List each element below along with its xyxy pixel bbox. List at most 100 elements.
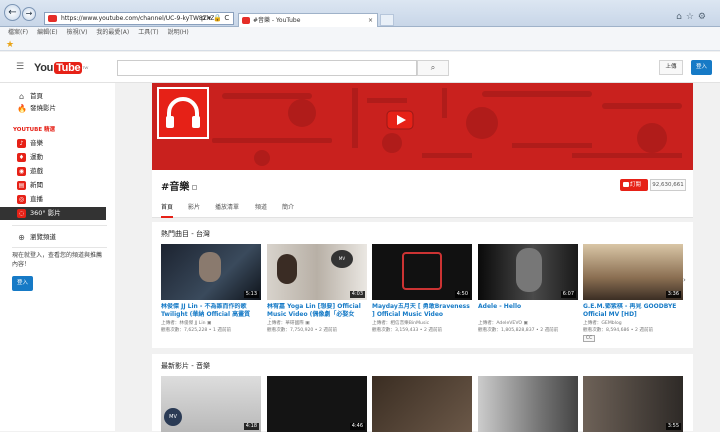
video-thumbnail[interactable]: 3:36 <box>583 244 683 300</box>
menu-edit[interactable]: 編輯(E) <box>37 29 57 36</box>
video-duration: 5:13 <box>243 291 259 298</box>
channel-title-text: #音樂 <box>161 182 190 193</box>
channel-content: #音樂 訂閱 92,630,661 首頁 影片 播放清單 頻道 簡介 熱門曲目 … <box>152 83 693 432</box>
menu-favorites[interactable]: 我的最愛(A) <box>96 29 129 36</box>
favorites-bar: ★ <box>0 39 720 51</box>
video-meta: 觀看次數：8,594,686 • 2 週前前 <box>583 328 654 333</box>
tab-favicon-icon <box>242 17 250 24</box>
video-meta: 觀看次數：7,625,228 • 1 週前前 <box>161 328 232 333</box>
sidebar-section-title: YOUTUBE 精選 <box>13 127 56 133</box>
search-button[interactable]: ⌕ <box>417 60 449 76</box>
video-meta: 觀看次數：7,750,920 • 2 週前前 <box>267 328 338 333</box>
menu-view[interactable]: 檢視(V) <box>67 29 88 36</box>
menu-tools[interactable]: 工具(T) <box>138 29 158 36</box>
tab-about[interactable]: 簡介 <box>282 201 294 218</box>
sidebar-sign-in-button[interactable]: 登入 <box>12 276 33 291</box>
sidebar-item-music[interactable]: ♪ 音樂 <box>0 137 106 150</box>
home-icon: ⌂ <box>18 92 25 101</box>
video-uploader[interactable]: 上傳者：林俊傑 JJ Lin ▣ <box>161 320 261 327</box>
video-title[interactable]: G.E.M.鄧紫棋 - 再見 GOODBYE Official MV [HD] <box>583 303 683 319</box>
sidebar-item-trending[interactable]: 🔥 發燒影片 <box>0 102 106 115</box>
thumbnail-person <box>516 248 542 292</box>
address-tools[interactable]: ρ ▾ 🔒 C <box>201 12 229 25</box>
sidebar-item-news[interactable]: ▤ 新聞 <box>0 179 106 192</box>
video-thumbnail[interactable]: 4:46 <box>267 376 367 432</box>
video-title[interactable]: 林俊傑 JJ Lin - 不為誰而作的歌 Twilight (華納 Offici… <box>161 303 261 319</box>
tab-playlists[interactable]: 播放清單 <box>215 201 239 218</box>
video-title[interactable]: Adele - Hello <box>478 303 578 319</box>
video-thumbnail[interactable] <box>372 376 472 432</box>
favorites-star-icon[interactable]: ★ <box>6 39 14 51</box>
subscribe-button[interactable]: 訂閱 <box>620 179 648 191</box>
video-duration: 4:03 <box>349 291 365 298</box>
menu-help[interactable]: 說明(H) <box>168 29 189 36</box>
youtube-logo[interactable]: You Tube TW <box>34 60 88 76</box>
video-title[interactable]: Mayday五月天 [ 勇敢Braveness ] Official Music… <box>372 303 472 319</box>
video-thumbnail[interactable]: 6:07 <box>478 244 578 300</box>
forward-button[interactable]: → <box>22 7 36 21</box>
sidebar-item-browse-channels[interactable]: ⊕ 瀏覽頻道 <box>0 231 106 244</box>
live-icon: ◎ <box>17 195 26 204</box>
video-thumbnail[interactable] <box>478 376 578 432</box>
shelf-latest: 最新影片 - 音樂 MV 4:18 4:46 3:55 <box>152 354 693 432</box>
sidebar-item-label: 新聞 <box>30 181 43 189</box>
search-input[interactable] <box>117 60 417 76</box>
sign-in-button[interactable]: 登入 <box>691 60 712 75</box>
signin-message: 現在就登入，查看您的頻道與推薦內容！ <box>12 252 103 268</box>
menu-file[interactable]: 檔案(F) <box>8 29 28 36</box>
sidebar-item-gaming[interactable]: ◉ 遊戲 <box>0 165 106 178</box>
video-uploader[interactable]: 上傳者：GEMblog <box>583 320 683 327</box>
sidebar-item-360[interactable]: ◌ 360° 影片 <box>0 207 106 220</box>
mv-badge: MV <box>164 408 182 426</box>
shelf-next-arrow-icon[interactable]: › <box>683 276 686 284</box>
video-uploader[interactable]: 上傳者：AdeleVEVO ▣ <box>478 320 578 327</box>
video-uploader[interactable]: 上傳者：華研國際 ▣ <box>267 320 367 327</box>
youtube-header: ☰ You Tube TW ⌕ 上傳 登入 <box>0 52 720 83</box>
360-video-icon: ◌ <box>17 209 26 218</box>
headphones-icon: ♪ <box>17 139 26 148</box>
gamepad-icon: ◉ <box>17 167 26 176</box>
channel-header: #音樂 訂閱 92,630,661 <box>152 170 693 201</box>
channel-title: #音樂 <box>161 178 198 193</box>
video-thumbnail[interactable]: 4:50 <box>372 244 472 300</box>
tab-channels[interactable]: 頻道 <box>255 201 267 218</box>
sidebar-item-sports[interactable]: ♦ 運動 <box>0 151 106 164</box>
menu-bar: 檔案(F) 編輯(E) 檢視(V) 我的最愛(A) 工具(T) 說明(H) <box>0 27 720 39</box>
browser-toolbar-icons[interactable]: ⌂☆⚙ <box>676 12 710 22</box>
video-thumbnail[interactable]: MV 4:18 <box>161 376 261 432</box>
sidebar-item-label: 發燒影片 <box>30 104 56 112</box>
logo-region: TW <box>82 65 88 70</box>
back-button[interactable]: ← <box>4 4 21 21</box>
channel-tabs: 首頁 影片 播放清單 頻道 簡介 <box>152 201 693 218</box>
shelf-popular: 熱門曲目 - 台灣 5:13 林俊傑 JJ Lin - 不為誰而作的歌 Twil… <box>152 222 693 348</box>
guide-menu-icon[interactable]: ☰ <box>16 63 24 72</box>
video-uploader[interactable]: 上傳者：相信音樂BinMusic <box>372 320 472 327</box>
video-title[interactable]: 林宥嘉 Yoga Lin [想要] Official Music Video (… <box>267 303 367 319</box>
video-thumbnail[interactable]: MV 4:03 <box>267 244 367 300</box>
newspaper-icon: ▤ <box>17 181 26 190</box>
video-thumbnail[interactable]: 3:55 <box>583 376 683 432</box>
video-thumbnail[interactable]: 5:13 <box>161 244 261 300</box>
upload-button[interactable]: 上傳 <box>659 60 683 75</box>
video-meta: 觀看次數：1,805,828,837 • 2 週前前 <box>478 328 559 333</box>
thumbnail-person <box>277 254 297 284</box>
thumbnail-calligraphy <box>402 252 442 290</box>
video-duration: 6:07 <box>560 291 576 298</box>
address-url: https://www.youtube.com/channel/UC-9-kyT… <box>61 15 215 22</box>
tab-close-icon[interactable]: × <box>368 14 373 27</box>
shelf-title: 熱門曲目 - 台灣 <box>161 230 210 238</box>
sidebar-item-label: 音樂 <box>30 139 43 147</box>
new-tab-button[interactable] <box>380 14 394 26</box>
tab-videos[interactable]: 影片 <box>188 201 200 218</box>
channel-avatar[interactable] <box>157 87 209 139</box>
video-duration: 4:50 <box>454 291 470 298</box>
video-meta: 觀看次數：3,159,433 • 2 週前前 <box>372 328 443 333</box>
thumbnail-person <box>199 252 221 282</box>
sidebar-divider <box>12 247 107 248</box>
sidebar-item-live[interactable]: ◎ 直播 <box>0 193 106 206</box>
browser-tab[interactable]: #音樂 - YouTube × <box>238 13 378 27</box>
tab-home[interactable]: 首頁 <box>161 201 174 218</box>
sidebar-item-label: 360° 影片 <box>30 209 61 217</box>
browser-titlebar: ← → https://www.youtube.com/channel/UC-9… <box>0 0 720 27</box>
video-duration: 4:18 <box>243 423 259 430</box>
